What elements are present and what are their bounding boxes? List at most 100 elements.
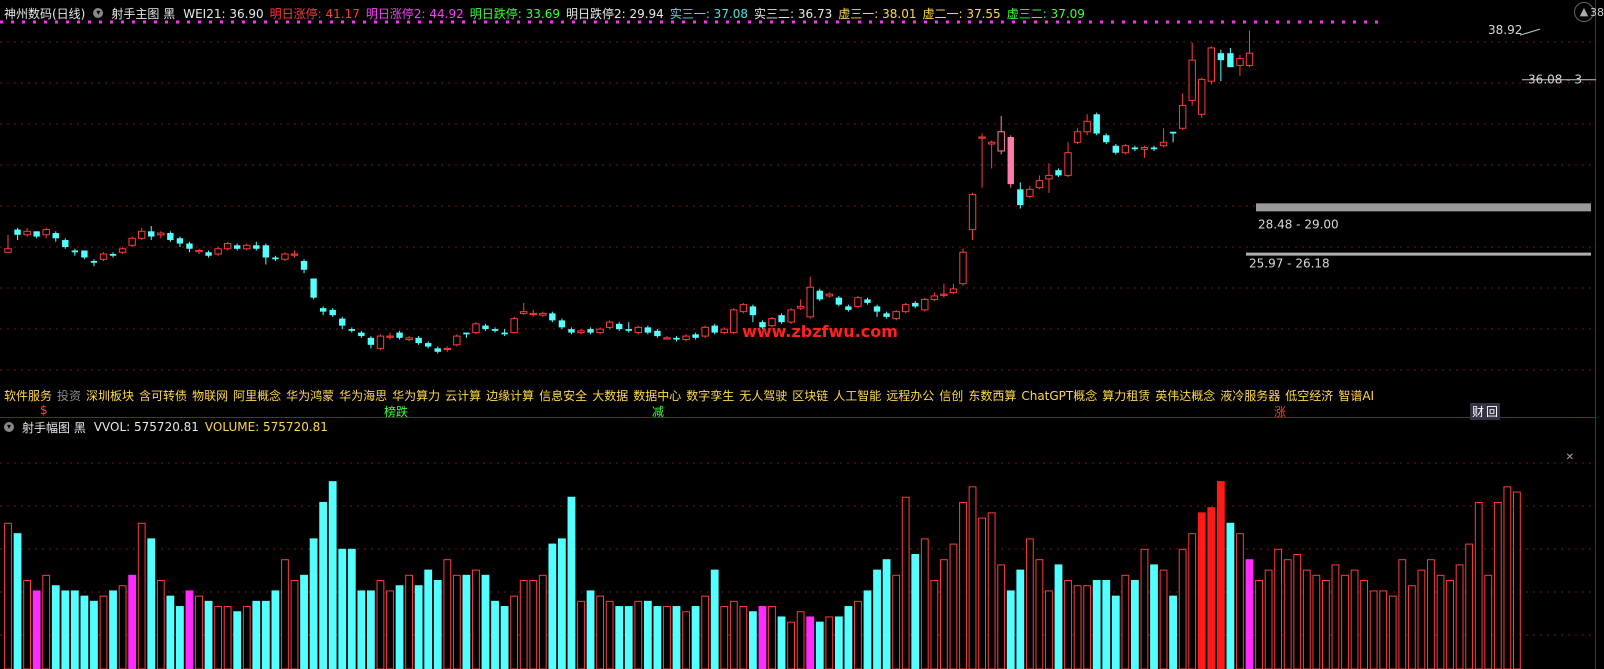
- concept-tag[interactable]: 东数西算: [968, 389, 1016, 403]
- candle: [796, 299, 805, 310]
- candle: [319, 306, 327, 316]
- candle: [892, 309, 900, 321]
- volume-bar: [1035, 559, 1044, 669]
- volume-bar: [357, 590, 366, 669]
- volume-bar: [395, 585, 404, 669]
- candle: [692, 332, 699, 340]
- volume-bar: [768, 606, 776, 669]
- candle: [616, 322, 623, 331]
- candle: [290, 250, 299, 258]
- candle: [720, 327, 728, 335]
- volume-bar: [233, 611, 242, 669]
- candle: [176, 236, 184, 248]
- candle: [968, 192, 977, 241]
- concept-tag[interactable]: 远程办公: [886, 389, 934, 403]
- concept-tag[interactable]: ChatGPT概念: [1021, 389, 1097, 403]
- concept-tag[interactable]: 含可转债: [139, 389, 187, 403]
- volume-bar: [424, 569, 433, 669]
- candle: [138, 227, 146, 241]
- concept-tag[interactable]: 信息安全: [539, 389, 587, 403]
- volume-bar: [1312, 574, 1321, 669]
- volume-chart[interactable]: [0, 418, 1596, 669]
- candle: [568, 327, 575, 335]
- volume-bar: [997, 564, 1006, 669]
- concept-tag[interactable]: 边缘计算: [486, 389, 534, 403]
- concept-tag[interactable]: 华为鸿蒙: [286, 389, 334, 403]
- volume-bar: [1503, 486, 1512, 669]
- candle: [854, 295, 862, 309]
- concept-tag[interactable]: 云计算: [445, 389, 481, 403]
- candle: [673, 336, 680, 342]
- concept-tag[interactable]: 英伟达概念: [1155, 389, 1215, 403]
- volume-bar: [1474, 501, 1483, 669]
- candle: [1159, 128, 1168, 148]
- event-marker[interactable]: $: [38, 403, 50, 417]
- volume-bar: [567, 496, 576, 669]
- concept-tag[interactable]: 低空经济: [1285, 389, 1333, 403]
- candle: [310, 278, 317, 300]
- concept-tag[interactable]: 数据中心: [633, 389, 681, 403]
- concept-tag[interactable]: 数字孪生: [686, 389, 734, 403]
- candle: [358, 330, 365, 338]
- close-icon[interactable]: ✕: [1566, 452, 1574, 463]
- candle: [539, 311, 547, 317]
- volume-bar: [1407, 585, 1416, 669]
- concept-tag[interactable]: 阿里概念: [233, 389, 281, 403]
- candle: [654, 329, 661, 338]
- concept-tag[interactable]: 算力租赁: [1102, 389, 1150, 403]
- volume-bar: [920, 538, 929, 669]
- volume-bar: [252, 600, 261, 669]
- concept-tag[interactable]: 物联网: [192, 389, 228, 403]
- candle: [33, 231, 40, 239]
- concept-tag[interactable]: 区块链: [792, 389, 828, 403]
- right-axis-label: 38: [1590, 6, 1604, 19]
- candle: [396, 330, 403, 340]
- volume-bar: [1083, 585, 1092, 669]
- candle: [902, 302, 910, 314]
- concept-tag[interactable]: 软件服务: [4, 389, 52, 403]
- volume-bar: [806, 616, 815, 669]
- price-zone-2: [1246, 252, 1591, 256]
- candle: [634, 325, 642, 335]
- volume-bar: [1331, 564, 1340, 669]
- candle: [625, 322, 632, 333]
- volume-bar: [959, 501, 967, 669]
- candle: [262, 243, 270, 265]
- candle: [1169, 131, 1177, 143]
- volume-bar: [433, 580, 442, 669]
- volume-bar: [777, 616, 786, 669]
- candle: [644, 325, 652, 335]
- candle: [253, 241, 260, 251]
- volume-bar: [548, 543, 557, 669]
- volume-bar: [367, 590, 375, 669]
- candle: [339, 316, 346, 330]
- concept-tag[interactable]: 智谱AI: [1338, 389, 1374, 403]
- concept-tags: 软件服务 投资 深圳板块 含可转债 物联网 阿里概念 华为鸿蒙 华为海思 华为算力 云计算 边缘计算…: [4, 387, 1379, 404]
- volume-bar: [1388, 595, 1397, 669]
- candle: [510, 316, 518, 334]
- concept-tag[interactable]: 无人驾驶: [739, 389, 787, 403]
- volume-bar: [166, 595, 175, 669]
- volume-bar: [156, 580, 165, 669]
- concept-tag[interactable]: 人工智能: [833, 389, 881, 403]
- concept-tag[interactable]: 信创: [939, 389, 963, 403]
- candle: [587, 327, 594, 335]
- candle: [425, 341, 432, 349]
- volume-bar: [739, 606, 748, 669]
- volume-bar: [1245, 559, 1254, 669]
- volume-bar: [23, 580, 32, 669]
- concept-tag[interactable]: 液冷服务器: [1220, 389, 1280, 403]
- concept-tag[interactable]: 大数据: [592, 389, 628, 403]
- candle: [921, 297, 929, 312]
- candle: [272, 255, 279, 261]
- concept-tag[interactable]: 华为算力: [392, 389, 440, 403]
- candle: [1198, 77, 1206, 118]
- concept-tag[interactable]: 投资: [57, 389, 81, 403]
- volume-bar: [949, 543, 958, 669]
- volume-bar: [90, 600, 98, 669]
- main-price-chart[interactable]: 38.9236.08 - 328.48 - 29.0025.97 - 26.18…: [0, 0, 1596, 417]
- concept-tag[interactable]: 华为海思: [339, 389, 387, 403]
- candle: [864, 297, 871, 305]
- volume-bar: [328, 481, 337, 669]
- concept-tag[interactable]: 深圳板块: [86, 389, 134, 403]
